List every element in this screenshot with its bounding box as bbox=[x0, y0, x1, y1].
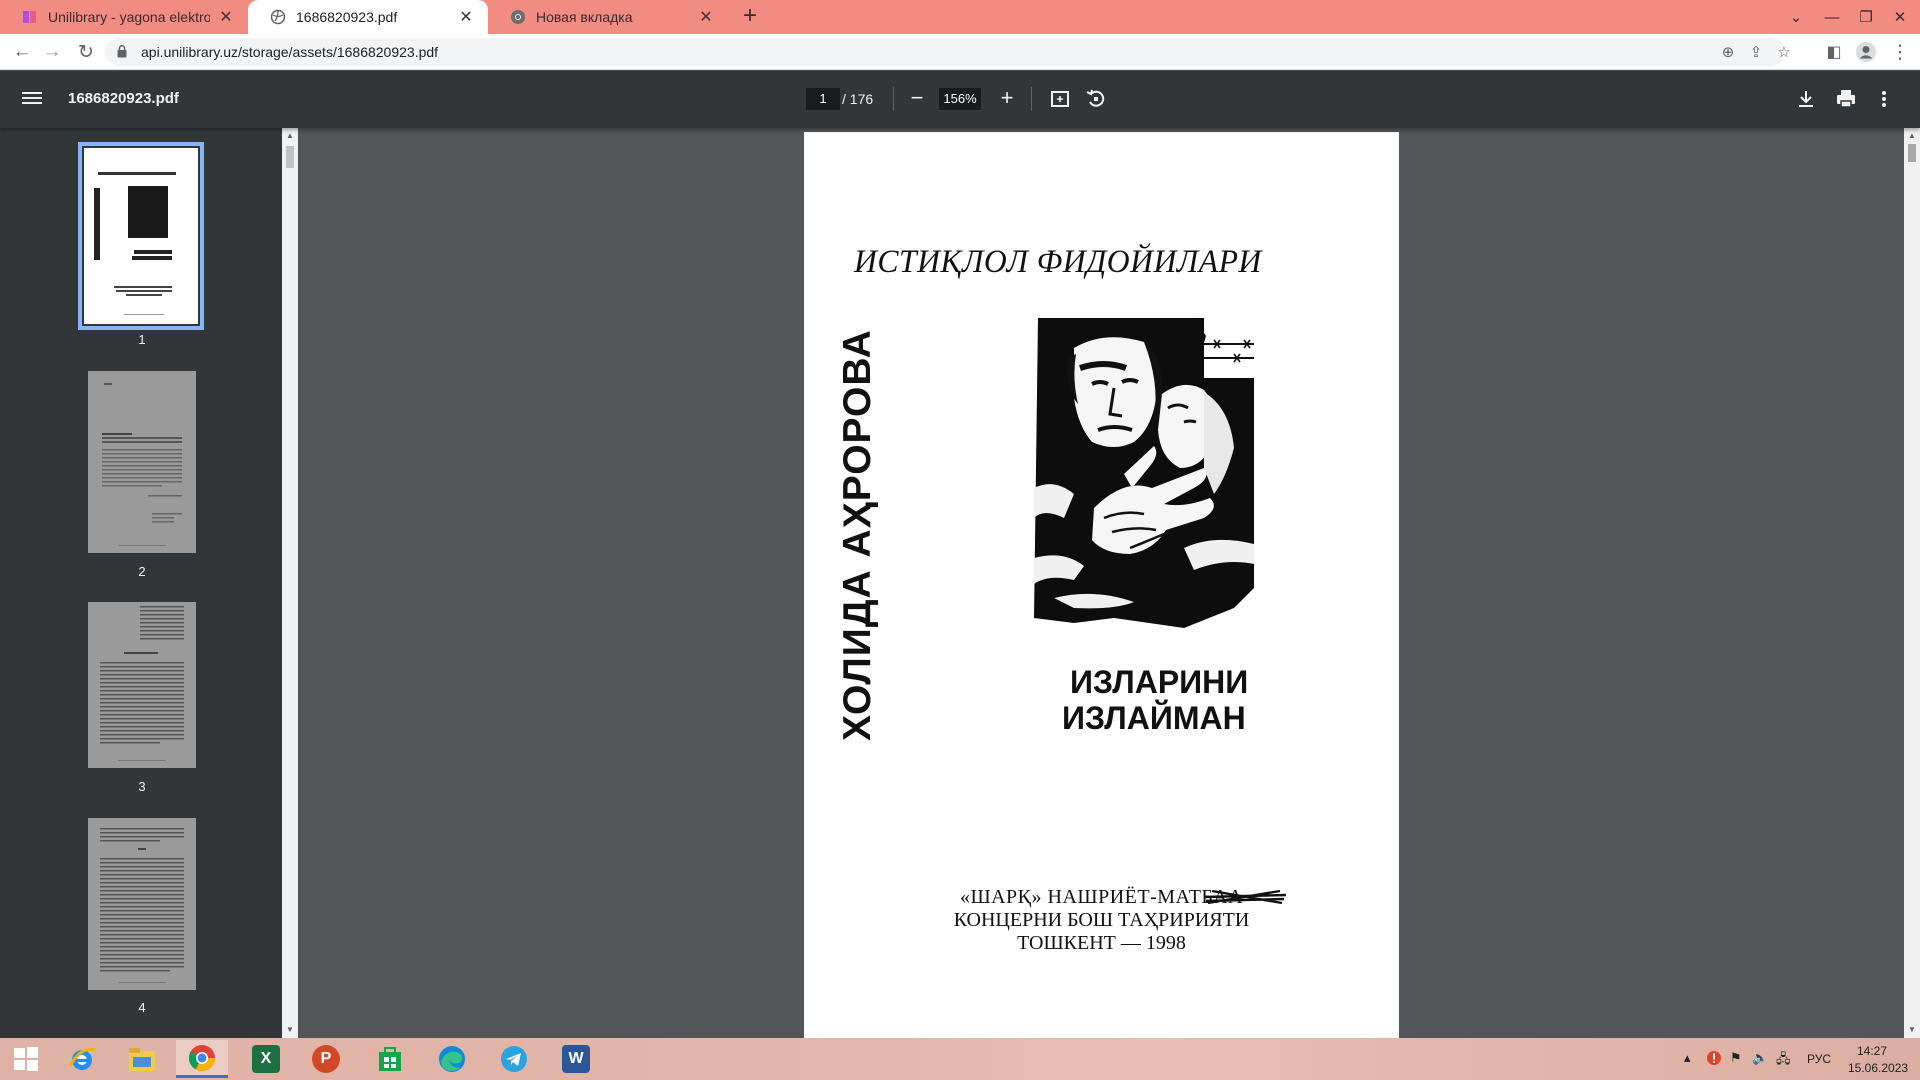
address-bar[interactable]: api.unilibrary.uz/storage/assets/1686820… bbox=[105, 38, 1791, 66]
hamburger-menu-icon[interactable] bbox=[22, 89, 42, 109]
back-arrow-icon[interactable]: ← bbox=[8, 38, 36, 66]
close-window-button[interactable]: ✕ bbox=[1880, 0, 1920, 34]
tab-unilibrary[interactable]: Unilibrary - yagona elektron kutu ✕ bbox=[0, 0, 248, 34]
url-text: api.unilibrary.uz/storage/assets/1686820… bbox=[141, 44, 439, 60]
share-icon[interactable]: ⇪ bbox=[1745, 41, 1767, 63]
scrollbar-thumb[interactable] bbox=[286, 146, 294, 168]
thumbnail-label: 3 bbox=[138, 779, 146, 794]
download-icon[interactable] bbox=[1794, 87, 1818, 111]
divider bbox=[1031, 87, 1032, 111]
fit-page-icon[interactable] bbox=[1048, 87, 1072, 111]
more-actions-icon[interactable] bbox=[1872, 87, 1896, 111]
scroll-up-arrow-icon[interactable]: ▲ bbox=[1904, 130, 1920, 142]
tab-title: 1686820923.pdf bbox=[296, 9, 398, 25]
thumbnail-text-preview bbox=[100, 828, 184, 983]
zoom-input[interactable]: 156% bbox=[939, 88, 981, 110]
volume-icon[interactable]: 🔈 bbox=[1752, 1050, 1768, 1066]
warning-tray-icon[interactable] bbox=[1706, 1050, 1722, 1069]
zoom-out-button[interactable]: − bbox=[906, 85, 928, 113]
internet-explorer-taskbar-icon[interactable] bbox=[56, 1040, 108, 1078]
language-indicator[interactable]: РУС bbox=[1807, 1052, 1831, 1066]
tab-title: Unilibrary - yagona elektron kutu bbox=[48, 9, 210, 25]
thumbnail-label: 2 bbox=[138, 564, 146, 579]
new-tab-button[interactable]: + bbox=[736, 3, 764, 31]
edge-taskbar-icon[interactable] bbox=[426, 1040, 478, 1078]
thumbnail-page-3[interactable] bbox=[88, 602, 196, 768]
zoom-icon[interactable]: ⊕ bbox=[1717, 41, 1739, 63]
thumbnail-page-2[interactable] bbox=[88, 371, 196, 553]
globe-icon bbox=[270, 9, 286, 25]
close-icon[interactable]: ✕ bbox=[218, 7, 234, 27]
windows-taskbar: X P W ▴ ⚑ 🔈 🖧 РУС 14:27 15.06.2023 bbox=[0, 1038, 1920, 1080]
publisher-line-1: «ШАРҚ» НАШРИЁТ-МАТБАА bbox=[959, 886, 1244, 908]
pdf-toolbar: 1686820923.pdf 1 / 176 − 156% + bbox=[0, 71, 1920, 128]
scroll-up-arrow-icon[interactable]: ▲ bbox=[282, 130, 298, 142]
reload-icon[interactable]: ↻ bbox=[72, 38, 100, 66]
close-icon[interactable]: ✕ bbox=[458, 7, 474, 27]
word-taskbar-icon[interactable]: W bbox=[550, 1040, 602, 1078]
scroll-down-arrow-icon[interactable]: ▼ bbox=[282, 1024, 298, 1036]
scribble-mark bbox=[1203, 889, 1287, 905]
tab-strip: Unilibrary - yagona elektron kutu ✕ 1686… bbox=[0, 0, 1920, 34]
windows-logo-icon bbox=[14, 1047, 38, 1071]
page-number-input[interactable]: 1 bbox=[806, 88, 840, 110]
scroll-down-arrow-icon[interactable]: ▼ bbox=[1904, 1024, 1920, 1036]
close-icon[interactable]: ✕ bbox=[698, 7, 714, 27]
forward-arrow-icon[interactable]: → bbox=[38, 38, 66, 66]
clock-date[interactable]: 15.06.2023 bbox=[1848, 1061, 1908, 1075]
series-title: ИСТИҚЛОЛ ФИДОЙИЛАРИ bbox=[854, 244, 1262, 280]
chevron-down-icon[interactable]: ⌄ bbox=[1776, 0, 1816, 34]
chrome-taskbar-icon[interactable] bbox=[176, 1040, 228, 1078]
flag-tray-icon[interactable]: ⚑ bbox=[1730, 1050, 1742, 1066]
document-title: 1686820923.pdf bbox=[68, 90, 179, 107]
chrome-icon bbox=[510, 9, 526, 25]
browser-toolbar: ← → ↻ api.unilibrary.uz/storage/assets/1… bbox=[0, 34, 1920, 70]
page-total: / 176 bbox=[842, 91, 874, 107]
thumbnail-label: 4 bbox=[138, 1000, 146, 1015]
publisher-line-2: КОНЦЕРНИ БОШ ТАҲРИРИЯТИ bbox=[953, 909, 1250, 931]
author-name: ХОЛИДА АҲРОРОВА bbox=[836, 329, 879, 741]
network-icon[interactable]: 🖧 bbox=[1776, 1050, 1791, 1072]
tab-new[interactable]: Новая вкладка ✕ bbox=[488, 0, 728, 34]
side-panel-icon[interactable]: ◧ bbox=[1820, 38, 1848, 66]
store-taskbar-icon[interactable] bbox=[364, 1040, 416, 1078]
book-title-line-1: ИЗЛАРИНИ bbox=[1070, 664, 1249, 700]
tray-chevron-up-icon[interactable]: ▴ bbox=[1684, 1050, 1691, 1066]
excel-taskbar-icon[interactable]: X bbox=[240, 1040, 292, 1078]
file-explorer-taskbar-icon[interactable] bbox=[116, 1040, 168, 1078]
scrollbar-thumb[interactable] bbox=[1908, 144, 1916, 162]
tab-pdf[interactable]: 1686820923.pdf ✕ bbox=[248, 0, 488, 34]
more-menu-icon[interactable]: ⋮ bbox=[1886, 38, 1914, 66]
lock-icon bbox=[117, 45, 127, 58]
main-scrollbar[interactable]: ▲ ▼ bbox=[1904, 128, 1920, 1038]
thumbnail-label: 1 bbox=[138, 332, 146, 347]
unilibrary-favicon-icon bbox=[22, 9, 38, 25]
print-icon[interactable] bbox=[1834, 87, 1858, 111]
powerpoint-taskbar-icon[interactable]: P bbox=[300, 1040, 352, 1078]
rotate-icon[interactable] bbox=[1084, 87, 1108, 111]
thumbnail-text-preview bbox=[100, 606, 184, 761]
thumbnail-page-4[interactable] bbox=[88, 818, 196, 990]
thumbnail-page-1[interactable] bbox=[78, 142, 204, 330]
publisher-line-3: ТОШКЕНТ — 1998 bbox=[1017, 932, 1186, 954]
tab-title: Новая вкладка bbox=[536, 9, 633, 25]
telegram-taskbar-icon[interactable] bbox=[488, 1040, 540, 1078]
book-title-line-2: ИЗЛАЙМАН bbox=[1062, 700, 1246, 736]
sidebar-scrollbar[interactable]: ▲ ▼ bbox=[282, 128, 298, 1038]
pdf-page: ИСТИҚЛОЛ ФИДОЙИЛАРИ ХОЛИДА АҲРОРОВА ИЗЛА… bbox=[804, 132, 1399, 1042]
thumbnail-text-preview bbox=[102, 383, 182, 546]
divider bbox=[893, 87, 894, 111]
thumbnail-sidebar: 1 2 3 4 bbox=[0, 128, 282, 1038]
zoom-in-button[interactable]: + bbox=[996, 85, 1018, 113]
profile-avatar-icon[interactable] bbox=[1852, 38, 1880, 66]
bookmark-star-icon[interactable]: ☆ bbox=[1773, 41, 1795, 63]
start-button[interactable] bbox=[0, 1040, 52, 1078]
clock-time[interactable]: 14:27 bbox=[1857, 1044, 1887, 1058]
cover-illustration bbox=[1034, 318, 1254, 628]
thumbnail-cover-art bbox=[84, 148, 198, 324]
